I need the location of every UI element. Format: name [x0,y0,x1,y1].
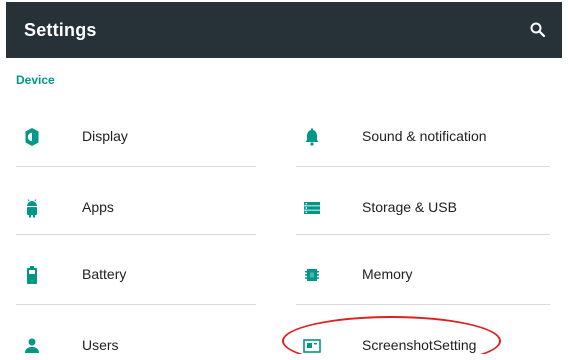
search-icon[interactable] [529,21,547,39]
settings-item-label: Apps [82,199,114,215]
brightness-icon [25,128,39,146]
section-header-device: Device [16,73,55,87]
settings-item-label: Display [82,128,128,144]
app-bar: Settings [6,2,562,58]
settings-item-users[interactable]: Users [16,314,272,354]
settings-item-label: Sound & notification [362,128,487,144]
settings-item-apps[interactable]: Apps [16,176,272,238]
settings-item-label: Storage & USB [362,199,457,215]
settings-item-sound[interactable]: Sound & notification [296,105,552,167]
settings-item-battery[interactable]: Battery [16,243,272,305]
page-title: Settings [24,20,97,40]
android-icon [27,199,37,218]
divider [296,304,550,305]
settings-item-storage[interactable]: Storage & USB [296,176,552,238]
bell-icon [305,128,319,146]
settings-item-display[interactable]: Display [16,105,272,167]
memory-chip-icon [305,269,319,281]
person-icon [25,338,39,353]
settings-item-label: Users [82,337,119,353]
battery-icon [27,266,37,284]
divider [296,234,550,235]
settings-window: Settings Device Display Sound & notifica… [6,2,562,354]
divider [16,234,256,235]
settings-item-label: Battery [82,266,127,282]
divider [16,166,256,167]
settings-item-memory[interactable]: Memory [296,243,552,305]
storage-icon [304,202,320,214]
settings-item-label: Memory [362,266,413,282]
divider [16,304,256,305]
divider [296,166,550,167]
